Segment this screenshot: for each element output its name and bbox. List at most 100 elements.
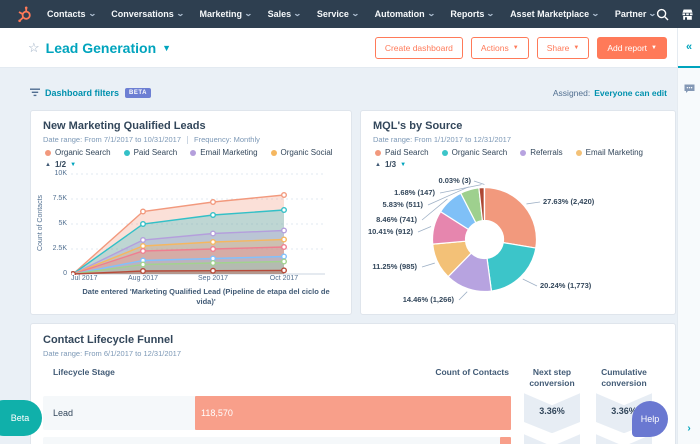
x-axis-ticks: Jul 2017 Aug 2017 Sep 2017 Oct 2017 bbox=[71, 275, 327, 284]
actions-button[interactable]: Actions ▼ bbox=[470, 36, 529, 59]
y-tick-label: 7.5K bbox=[52, 195, 67, 202]
nav-item-contacts[interactable]: Contacts ⌄ bbox=[47, 9, 97, 19]
nav-item-asset-marketplace[interactable]: Asset Marketplace ⌄ bbox=[510, 9, 600, 19]
report-subtitle: Date range: From 7/1/2017 to 10/31/2017 … bbox=[43, 135, 260, 144]
nav-item-reports[interactable]: Reports ⌄ bbox=[450, 9, 496, 19]
legend-label: Email Marketing bbox=[585, 148, 643, 157]
legend-dot-icon bbox=[575, 149, 582, 156]
count-value: 3,984 bbox=[472, 437, 495, 444]
bar-area: 118,570 bbox=[195, 396, 511, 431]
legend-item-referrals[interactable]: Referrals bbox=[520, 148, 563, 157]
help-button[interactable]: Help bbox=[632, 401, 668, 437]
funnel-bar[interactable] bbox=[195, 396, 511, 431]
hubspot-logo-icon[interactable] bbox=[16, 6, 33, 23]
funnel-row-marketing-qualified-lead: Marketing Qualified Lead 3,984 42.22% 1.42% bbox=[43, 434, 663, 444]
legend-item-email-marketing[interactable]: Email Marketing bbox=[575, 148, 643, 157]
chevron-down-icon: ⌄ bbox=[87, 9, 97, 18]
donut-legend: Paid Search Organic Search Referrals Email … bbox=[375, 148, 675, 157]
legend-label: Organic Social bbox=[280, 148, 333, 157]
sidebar-top: « bbox=[678, 28, 700, 68]
legend-item-organic-search[interactable]: Organic Search bbox=[45, 148, 111, 157]
next-step-badge: 3.36% bbox=[521, 393, 583, 434]
nav-item-sales[interactable]: Sales ⌄ bbox=[268, 9, 302, 19]
report-subtitle: Date range: From 1/1/2017 to 12/31/2017 bbox=[373, 135, 512, 144]
marketplace-icon[interactable] bbox=[681, 8, 694, 21]
legend-label: Organic Search bbox=[55, 148, 111, 157]
beta-tab[interactable]: Beta bbox=[0, 400, 42, 436]
page-header: ☆ Lead Generation ▼ Create dashboard Acti… bbox=[0, 28, 677, 68]
chevron-down-icon: ▼ bbox=[651, 44, 657, 51]
top-nav: Contacts ⌄ Conversations ⌄ Marketing ⌄ Sales ⌄ S… bbox=[0, 0, 700, 28]
trend-chart bbox=[70, 171, 327, 277]
col-next-step-conversion: Next step conversion bbox=[529, 367, 575, 388]
search-icon[interactable] bbox=[656, 8, 669, 21]
pager-page: 1/2 bbox=[54, 160, 67, 169]
nav-item-conversations[interactable]: Conversations ⌄ bbox=[111, 9, 184, 19]
nav-item-marketing[interactable]: Marketing ⌄ bbox=[199, 9, 253, 19]
nav-menu: Contacts ⌄ Conversations ⌄ Marketing ⌄ Sales ⌄ S… bbox=[47, 9, 658, 19]
report-title[interactable]: New Marketing Qualified Leads bbox=[43, 120, 339, 132]
nav-item-label: Service bbox=[316, 9, 349, 19]
create-dashboard-button[interactable]: Create dashboard bbox=[374, 36, 463, 59]
filter-list-icon[interactable] bbox=[30, 84, 40, 102]
add-report-button[interactable]: Add report ▼ bbox=[597, 36, 667, 59]
reports-row: New Marketing Qualified Leads Date range… bbox=[30, 110, 677, 315]
button-label: Share bbox=[546, 42, 570, 53]
nav-item-automation[interactable]: Automation ⌄ bbox=[375, 9, 436, 19]
count-value: 118,570 bbox=[201, 408, 233, 419]
report-title[interactable]: MQL's by Source bbox=[373, 120, 663, 132]
chevron-down-icon: ⌄ bbox=[243, 9, 253, 18]
collapse-panel-icon[interactable]: « bbox=[686, 41, 692, 53]
col-count-of-contacts: Count of Contacts bbox=[435, 367, 509, 377]
nav-item-label: Reports bbox=[450, 9, 485, 19]
legend-dot-icon bbox=[123, 149, 130, 156]
y-tick-label: 10K bbox=[54, 170, 67, 177]
y-tick-label: 0 bbox=[63, 270, 67, 277]
nav-item-label: Asset Marketplace bbox=[510, 9, 590, 19]
favorite-star-icon[interactable]: ☆ bbox=[28, 40, 40, 56]
next-step-badge: 42.22% bbox=[521, 434, 583, 444]
legend-label: Organic Search bbox=[451, 148, 508, 157]
legend-label: Paid Search bbox=[133, 148, 178, 157]
legend-item-paid-search[interactable]: Paid Search bbox=[123, 148, 178, 157]
chevron-down-icon: ⌄ bbox=[591, 9, 600, 18]
legend-label: Referrals bbox=[530, 148, 563, 157]
pager-up-icon[interactable]: ▲ bbox=[375, 162, 381, 168]
beta-badge: BETA bbox=[125, 88, 151, 98]
comments-icon[interactable] bbox=[678, 84, 700, 94]
chevron-down-icon: ⌄ bbox=[648, 9, 658, 18]
collapsed-sidebar: « › bbox=[677, 28, 700, 444]
nav-item-service[interactable]: Service ⌄ bbox=[316, 9, 360, 19]
subtitle-divider bbox=[187, 135, 189, 144]
nav-item-partner[interactable]: Partner ⌄ bbox=[615, 9, 658, 19]
pager-down-icon[interactable]: ▼ bbox=[70, 162, 76, 168]
chevron-down-icon: ▼ bbox=[573, 44, 580, 51]
pager-down-icon[interactable]: ▼ bbox=[400, 162, 406, 168]
x-tick-label: Jul 2017 bbox=[71, 275, 98, 282]
report-card-mqls-by-source: MQL's by Source Date range: From 1/1/201… bbox=[360, 110, 676, 315]
expand-panel-icon[interactable]: › bbox=[678, 423, 700, 434]
cumulative-badge: 1.42% bbox=[593, 434, 655, 444]
report-title[interactable]: Contact Lifecycle Funnel bbox=[43, 334, 663, 346]
nav-item-label: Conversations bbox=[111, 9, 174, 19]
pager-up-icon[interactable]: ▲ bbox=[45, 162, 51, 168]
funnel-bar[interactable] bbox=[500, 437, 511, 444]
legend-dot-icon bbox=[45, 149, 51, 156]
chevron-badge: 3.36% bbox=[524, 393, 580, 434]
title-dropdown-icon[interactable]: ▼ bbox=[162, 43, 171, 53]
y-axis-title: Count of Contacts bbox=[37, 194, 44, 252]
donut-chart: 27.63% (2,420) 20.24% (1,773) 14.46% (1,26… bbox=[361, 169, 675, 319]
stage-label: Lead bbox=[53, 408, 74, 419]
dashboard-filters-link[interactable]: Dashboard filters bbox=[45, 88, 119, 98]
stage-label: Marketing Qualified Lead bbox=[43, 437, 195, 444]
legend-item-email-marketing[interactable]: Email Marketing bbox=[190, 148, 258, 157]
share-button[interactable]: Share ▼ bbox=[536, 36, 590, 59]
legend-item-organic-search[interactable]: Organic Search bbox=[441, 148, 508, 157]
legend-item-paid-search[interactable]: Paid Search bbox=[375, 148, 429, 157]
report-subtitle: Date range: From 6/1/2017 to 12/31/2017 bbox=[43, 349, 182, 358]
report-card-new-mqls: New Marketing Qualified Leads Date range… bbox=[30, 110, 352, 315]
legend-item-organic-social[interactable]: Organic Social bbox=[270, 148, 333, 157]
assigned-link[interactable]: Everyone can edit bbox=[594, 88, 667, 98]
chevron-down-icon: ⌄ bbox=[486, 9, 496, 18]
trend-legend: Organic Search Paid Search Email Marketing… bbox=[45, 148, 351, 157]
